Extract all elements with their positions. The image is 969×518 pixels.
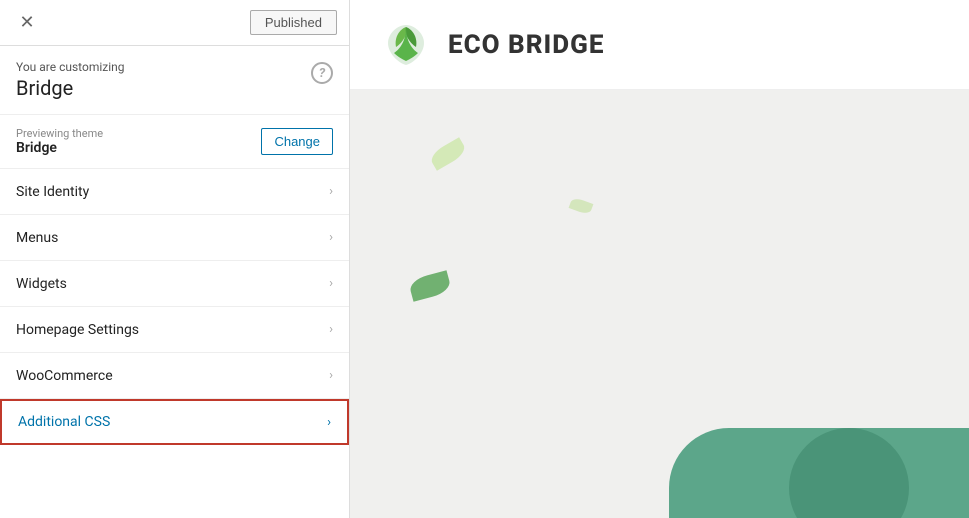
chevron-icon: › <box>329 230 333 245</box>
nav-item-label: Homepage Settings <box>16 322 139 338</box>
chevron-icon: › <box>329 184 333 199</box>
close-button[interactable]: ✕ <box>12 8 42 38</box>
publish-button[interactable]: Published <box>250 10 337 35</box>
leaf-decoration-2 <box>569 197 594 216</box>
customizing-title: Bridge <box>16 76 125 100</box>
nav-item-widgets[interactable]: Widgets › <box>0 261 349 307</box>
chevron-icon: › <box>327 415 331 430</box>
preview-bottom-circle <box>789 428 909 518</box>
nav-item-label: Menus <box>16 230 58 246</box>
nav-list: Site Identity›Menus›Widgets›Homepage Set… <box>0 169 349 518</box>
chevron-icon: › <box>329 368 333 383</box>
site-logo <box>380 19 432 71</box>
nav-item-label: Widgets <box>16 276 67 292</box>
change-theme-button[interactable]: Change <box>261 128 333 155</box>
site-title: ECO BRIDGE <box>448 30 604 60</box>
nav-item-menus[interactable]: Menus › <box>0 215 349 261</box>
leaf-decoration-3 <box>408 270 452 302</box>
sidebar: ✕ Published You are customizing Bridge ?… <box>0 0 350 518</box>
nav-item-woocommerce[interactable]: WooCommerce › <box>0 353 349 399</box>
customizing-subtitle: You are customizing <box>16 60 125 74</box>
nav-item-additional-css[interactable]: Additional CSS › <box>0 399 349 445</box>
leaf-decoration-1 <box>428 137 468 171</box>
chevron-icon: › <box>329 322 333 337</box>
preview-header: ECO BRIDGE <box>350 0 969 90</box>
nav-item-site-identity[interactable]: Site Identity › <box>0 169 349 215</box>
customizing-section: You are customizing Bridge ? <box>0 46 349 115</box>
theme-label: Previewing theme <box>16 127 103 140</box>
help-icon[interactable]: ? <box>311 62 333 84</box>
nav-item-label: Additional CSS <box>18 414 110 430</box>
chevron-icon: › <box>329 276 333 291</box>
nav-item-label: Site Identity <box>16 184 89 200</box>
preview-bottom-bar <box>669 428 969 518</box>
theme-section: Previewing theme Bridge Change <box>0 115 349 169</box>
nav-item-homepage-settings[interactable]: Homepage Settings › <box>0 307 349 353</box>
preview-main <box>350 90 969 518</box>
theme-name: Bridge <box>16 140 103 156</box>
preview-area: ECO BRIDGE <box>350 0 969 518</box>
nav-item-label: WooCommerce <box>16 368 113 384</box>
top-bar: ✕ Published <box>0 0 349 46</box>
